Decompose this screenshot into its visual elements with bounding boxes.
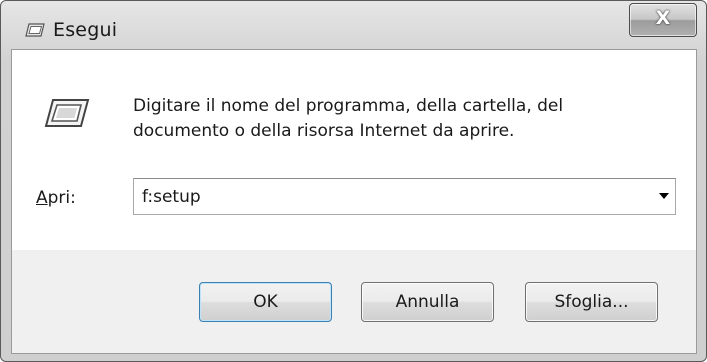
- run-dialog-window: Esegui X Digitare il nome del programma,…: [0, 0, 707, 362]
- dialog-body: Digitare il nome del programma, della ca…: [12, 50, 696, 250]
- browse-button[interactable]: Sfoglia...: [525, 282, 658, 322]
- close-icon: X: [655, 7, 671, 29]
- run-title-icon: [25, 23, 45, 37]
- open-combobox[interactable]: [133, 178, 676, 215]
- open-label: Apri:: [36, 188, 76, 208]
- title-bar[interactable]: Esegui X: [1, 1, 706, 49]
- open-label-text: pri:: [47, 188, 76, 208]
- window-title: Esegui: [53, 19, 118, 41]
- command-input[interactable]: [142, 186, 622, 208]
- open-label-accelerator: A: [36, 188, 48, 208]
- cancel-button[interactable]: Annulla: [361, 282, 494, 322]
- run-icon: [44, 99, 90, 127]
- dialog-description: Digitare il nome del programma, della ca…: [133, 96, 564, 141]
- ok-button[interactable]: OK: [199, 282, 332, 322]
- chevron-down-icon[interactable]: [659, 193, 669, 199]
- close-button[interactable]: X: [629, 3, 697, 37]
